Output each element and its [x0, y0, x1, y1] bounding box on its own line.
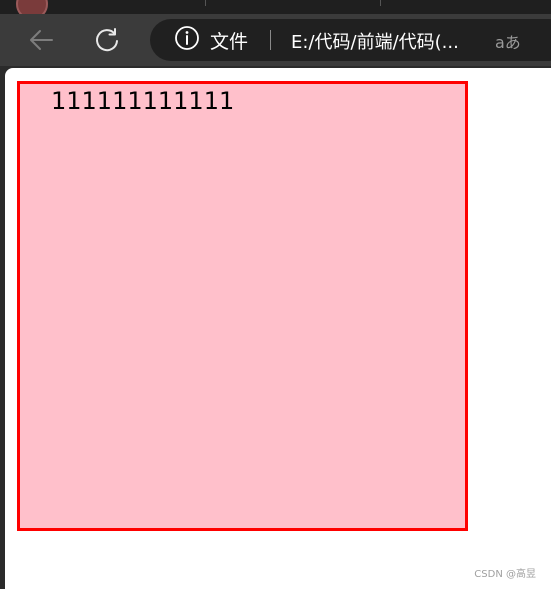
pink-box: 111111111111 [17, 81, 468, 531]
refresh-icon [94, 27, 120, 53]
read-aloud-icon[interactable]: aあ [495, 29, 521, 53]
tab-favicon-icon[interactable] [16, 0, 48, 14]
address-divider [270, 30, 271, 50]
tab-separator [380, 0, 381, 6]
tab-strip [0, 0, 551, 14]
site-info-label: 文件 [210, 30, 249, 53]
tab-separator [205, 0, 206, 6]
back-arrow-icon [28, 29, 54, 51]
address-bar[interactable]: 文件 E:/代码/前端/代码(... aあ [150, 19, 551, 61]
csdn-watermark: CSDN @高昱 [474, 569, 536, 580]
site-info-button[interactable]: 文件 [174, 25, 249, 55]
refresh-button[interactable] [89, 22, 125, 58]
info-icon [174, 25, 200, 55]
box-text: 111111111111 [51, 87, 235, 115]
back-button[interactable] [23, 22, 59, 58]
page-viewport: 111111111111 CSDN @高昱 [5, 68, 551, 589]
url-text[interactable]: E:/代码/前端/代码(... [291, 28, 459, 54]
browser-toolbar: 文件 E:/代码/前端/代码(... aあ [0, 14, 551, 66]
